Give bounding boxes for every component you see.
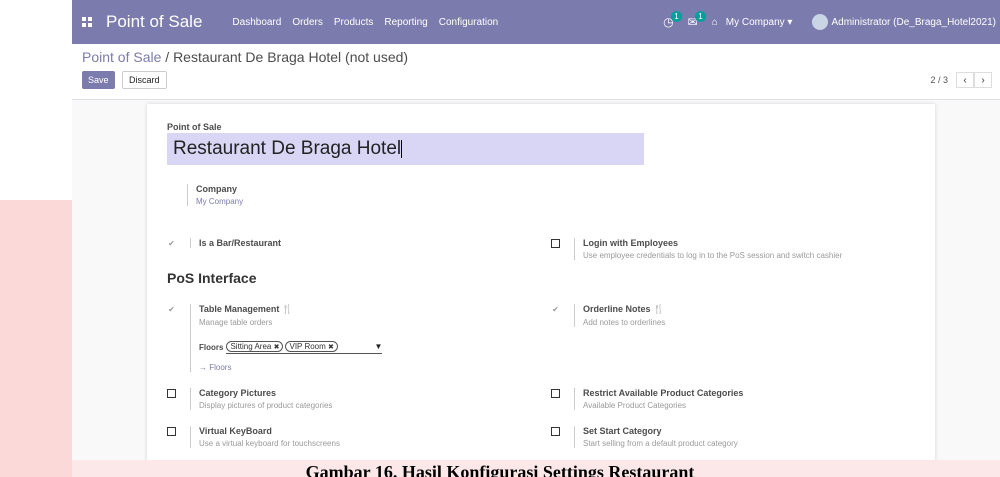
setting-start-category: Set Start Category Start selling from a … <box>551 426 738 448</box>
setting-category-pictures: Category Pictures Display pictures of pr… <box>167 388 332 410</box>
floor-tag-label: VIP Room <box>289 342 326 351</box>
text-caret <box>401 139 403 158</box>
company-field: Company My Company <box>187 184 243 206</box>
restrict-categories-desc: Available Product Categories <box>583 401 687 410</box>
form-sheet: Point of Sale Restaurant De Braga Hotel … <box>147 104 935 460</box>
activity-icon[interactable]: ◷ 1 <box>663 11 682 29</box>
company-value[interactable]: My Company <box>196 197 243 206</box>
remove-tag-icon[interactable]: ✖ <box>274 344 280 351</box>
setting-virtual-keyboard: Virtual KeyBoard Use a virtual keyboard … <box>167 426 340 448</box>
company-label: Company <box>196 184 238 194</box>
odoo-window: Point of Sale Dashboard Orders Products … <box>72 0 1000 460</box>
bar-restaurant-checkbox[interactable]: ✔ <box>167 239 176 248</box>
setting-restrict-categories: Restrict Available Product Categories Av… <box>551 388 743 410</box>
discard-button[interactable]: Discard <box>122 71 167 89</box>
virtual-keyboard-label: Virtual KeyBoard <box>199 426 272 436</box>
name-input[interactable]: Restaurant De Braga Hotel <box>167 133 644 165</box>
floors-link[interactable]: → Floors <box>199 363 382 372</box>
setting-orderline-notes: ✔ Orderline Notes 🍴 Add notes to orderli… <box>551 304 665 327</box>
background-band-left <box>0 200 72 477</box>
messages-badge: 1 <box>695 11 706 22</box>
setting-login-employees: Login with Employees Use employee creden… <box>551 238 842 260</box>
login-employees-desc: Use employee credentials to log in to th… <box>583 251 843 260</box>
virtual-keyboard-desc: Use a virtual keyboard for touchscreens <box>199 439 340 448</box>
orderline-notes-desc: Add notes to orderlines <box>583 318 666 327</box>
breadcrumb-current: Restaurant De Braga Hotel (not used) <box>173 49 409 65</box>
apps-menu-icon[interactable] <box>82 17 92 27</box>
setting-table-management: ✔ Table Management 🍴 Manage table orders… <box>167 304 383 372</box>
pager-prev-icon[interactable]: ‹ <box>956 72 974 88</box>
bar-restaurant-label: Is a Bar/Restaurant <box>199 238 282 248</box>
utensils-icon: 🍴 <box>653 304 665 314</box>
menu-configuration[interactable]: Configuration <box>439 17 498 28</box>
pager: 2 / 3 ‹ › <box>930 72 992 88</box>
name-label: Point of Sale <box>167 122 222 132</box>
category-pictures-checkbox[interactable] <box>167 389 176 398</box>
utensils-icon: 🍴 <box>281 304 294 314</box>
floor-tag[interactable]: VIP Room ✖ <box>285 341 338 352</box>
name-value: Restaurant De Braga Hotel <box>173 138 402 159</box>
floor-tag[interactable]: Sitting Area ✖ <box>226 341 284 352</box>
table-management-checkbox[interactable]: ✔ <box>167 305 176 314</box>
menu-reporting[interactable]: Reporting <box>384 17 427 28</box>
start-category-checkbox[interactable] <box>551 427 560 436</box>
table-management-label: Table Management <box>199 304 280 314</box>
menu-products[interactable]: Products <box>334 17 373 28</box>
pager-next-icon[interactable]: › <box>974 72 992 88</box>
start-category-label: Set Start Category <box>583 426 662 436</box>
breadcrumb-separator: / <box>161 49 174 65</box>
section-title: PoS Interface <box>167 270 257 286</box>
setting-bar-restaurant: ✔ Is a Bar/Restaurant <box>167 238 281 248</box>
save-button[interactable]: Save <box>82 71 115 89</box>
category-pictures-label: Category Pictures <box>199 388 277 398</box>
orderline-notes-label: Orderline Notes <box>583 304 651 314</box>
floors-label: Floors <box>199 343 224 352</box>
activity-badge: 1 <box>671 11 682 22</box>
floors-field: Floors Sitting Area ✖ VIP Room ✖ ▼ <box>199 341 383 354</box>
messages-icon[interactable]: ✉ 1 <box>688 11 706 29</box>
breadcrumb-root[interactable]: Point of Sale <box>82 49 161 65</box>
breadcrumb: Point of Sale / Restaurant De Braga Hote… <box>82 49 408 65</box>
top-navbar: Point of Sale Dashboard Orders Products … <box>72 0 1000 44</box>
app-brand[interactable]: Point of Sale <box>106 12 202 32</box>
login-employees-checkbox[interactable] <box>551 239 560 248</box>
floor-tag-label: Sitting Area <box>230 342 272 351</box>
user-menu[interactable]: Administrator (De_Braga_Hotel2021) <box>831 17 996 28</box>
restrict-categories-checkbox[interactable] <box>551 389 560 398</box>
control-panel: Point of Sale / Restaurant De Braga Hote… <box>72 44 1000 100</box>
table-management-desc: Manage table orders <box>199 318 273 327</box>
user-avatar[interactable] <box>812 14 829 30</box>
menu-orders[interactable]: Orders <box>292 17 323 28</box>
systray: ◷ 1 ✉ 1 ⌂ My Company ▾ Administrator (De_B… <box>663 11 1000 30</box>
restrict-categories-label: Restrict Available Product Categories <box>583 388 744 398</box>
orderline-notes-checkbox[interactable]: ✔ <box>551 305 560 314</box>
floors-tag-input[interactable]: Sitting Area ✖ VIP Room ✖ ▼ <box>226 341 383 354</box>
remove-tag-icon[interactable]: ✖ <box>328 344 334 351</box>
company-switch-icon[interactable]: ⌂ <box>712 17 718 28</box>
pager-counter[interactable]: 2 / 3 <box>930 75 948 85</box>
login-employees-label: Login with Employees <box>583 238 679 248</box>
chevron-down-icon[interactable]: ▼ <box>375 342 383 351</box>
menu-dashboard[interactable]: Dashboard <box>232 17 281 28</box>
start-category-desc: Start selling from a default product cat… <box>583 439 738 448</box>
figure-caption: Gambar 16. Hasil Konfigurasi Settings Re… <box>305 463 695 477</box>
category-pictures-desc: Display pictures of product categories <box>199 401 333 410</box>
virtual-keyboard-checkbox[interactable] <box>167 427 176 436</box>
company-switcher[interactable]: My Company ▾ <box>726 17 793 28</box>
